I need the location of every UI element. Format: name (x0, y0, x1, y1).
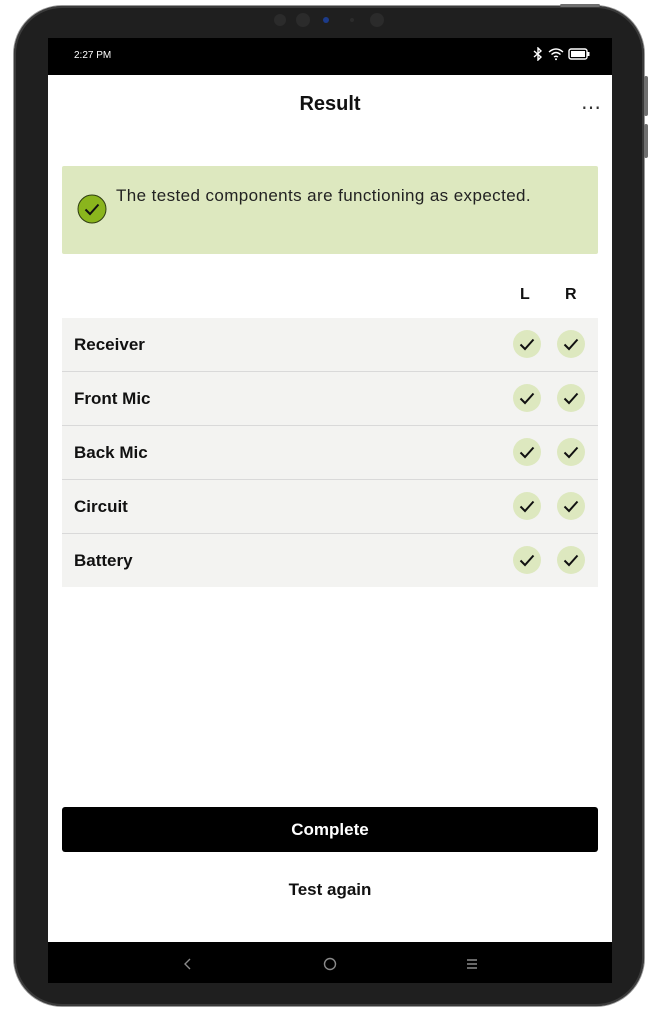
wifi-icon (548, 48, 564, 61)
volume-button (644, 124, 648, 158)
check-circle-icon (77, 194, 107, 224)
table-row: Battery (62, 534, 598, 587)
status-time: 2:27 PM (74, 50, 112, 61)
power-button (644, 76, 648, 116)
more-horizontal-icon[interactable]: ⋯ (581, 95, 602, 120)
table-row: Front Mic (62, 372, 598, 426)
check-icon (557, 492, 585, 520)
sensor-dot (323, 17, 329, 23)
battery-icon (568, 48, 590, 60)
status-icons (532, 47, 590, 61)
banner-message: The tested components are functioning as… (116, 186, 532, 205)
component-label: Back Mic (74, 443, 148, 462)
sensor-dot (350, 18, 354, 22)
top-button (560, 4, 600, 7)
navigation-bar (48, 942, 612, 983)
component-label: Front Mic (74, 389, 151, 408)
check-icon (513, 546, 541, 574)
check-icon (557, 438, 585, 466)
app-header: Result ⋯ (48, 75, 612, 135)
camera-dot (370, 13, 384, 27)
table-row: Back Mic (62, 426, 598, 480)
bluetooth-icon (533, 47, 543, 61)
column-header-left: L (520, 286, 530, 303)
component-label: Receiver (74, 335, 145, 354)
camera-dot (296, 13, 310, 27)
check-icon (513, 330, 541, 358)
check-icon (557, 546, 585, 574)
table-row: Circuit (62, 480, 598, 534)
check-icon (513, 492, 541, 520)
check-icon (557, 330, 585, 358)
status-bar: 2:27 PM (48, 38, 612, 75)
check-icon (557, 384, 585, 412)
test-again-button[interactable]: Test again (62, 873, 598, 907)
home-icon[interactable] (320, 954, 340, 974)
check-icon (513, 438, 541, 466)
page-title: Result (299, 93, 361, 115)
complete-button[interactable]: Complete (62, 807, 598, 852)
results-table: Receiver Front Mic Back Mic Circuit Batt… (62, 318, 598, 587)
recents-icon[interactable] (462, 954, 482, 974)
camera-dot (274, 14, 286, 26)
table-row: Receiver (62, 318, 598, 372)
back-icon[interactable] (178, 954, 198, 974)
component-label: Battery (74, 551, 133, 570)
column-header-right: R (565, 286, 577, 303)
result-banner: The tested components are functioning as… (62, 166, 598, 254)
component-label: Circuit (74, 497, 128, 516)
app-screen: 2:27 PM Result ⋯ The tested components a… (48, 38, 612, 983)
check-icon (513, 384, 541, 412)
